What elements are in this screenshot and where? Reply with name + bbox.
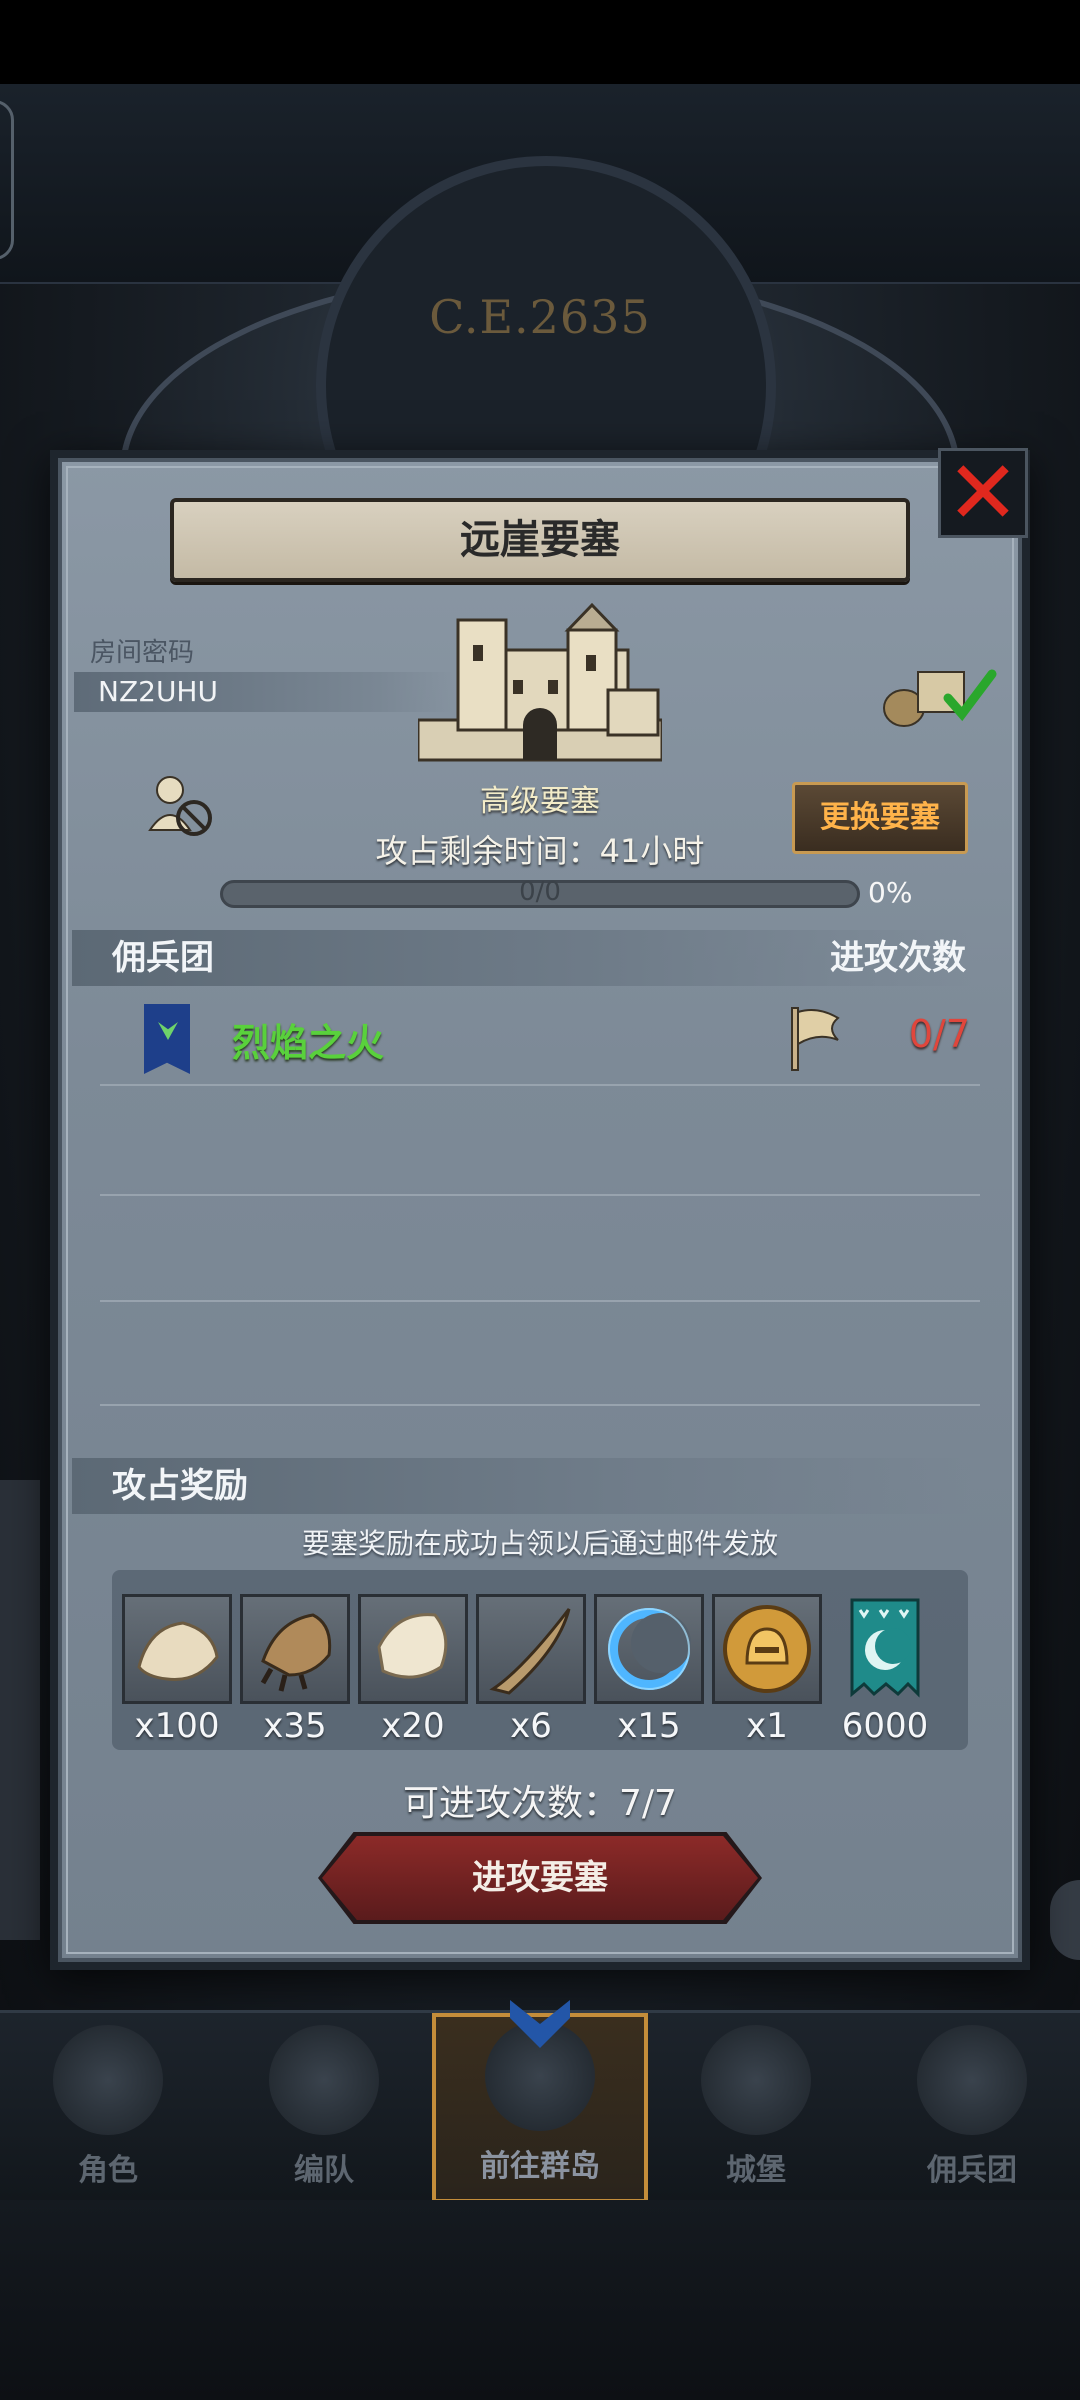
nav-mercenary[interactable]: 佣兵团 — [864, 2013, 1080, 2203]
empty-row-divider — [100, 1194, 980, 1196]
remaining-attacks: 可进攻次数：7/7 — [403, 1783, 677, 1824]
nav-label: 城堡 — [726, 2153, 786, 2188]
status-bar — [0, 0, 1080, 84]
room-code-value[interactable]: NZ2UHU — [74, 672, 454, 712]
rewards-list: x100 x35 x20 x6 x15 x1 6000 — [112, 1570, 968, 1750]
attack-count-header: 进攻次数 — [830, 938, 966, 978]
progress-percent: 0% — [868, 876, 913, 909]
fur-pelt-icon — [137, 1621, 219, 1682]
nav-label: 编队 — [294, 2153, 354, 2188]
title-plate: 远崖要塞 — [170, 498, 910, 582]
horn-icon — [489, 1608, 571, 1695]
nav-label: 佣兵团 — [927, 2153, 1017, 2188]
game-screen: { "header": {"era": "C.E.2635"}, "modal"… — [0, 0, 1080, 2400]
reward-qty: x100 — [134, 1706, 220, 1746]
reward-qty: 6000 — [841, 1706, 929, 1746]
rewards-received-icon[interactable] — [878, 660, 998, 730]
reward-item-golden-helmet[interactable] — [712, 1594, 822, 1704]
reward-qty: x15 — [617, 1706, 681, 1746]
nav-castle[interactable]: 城堡 — [648, 2013, 864, 2203]
reward-qty: x1 — [746, 1706, 788, 1746]
reward-item-beast-claw[interactable] — [240, 1594, 350, 1704]
rewards-section-header: 攻占奖励 — [72, 1458, 972, 1514]
empty-row-divider — [100, 1300, 980, 1302]
guild-banner-icon — [144, 1004, 190, 1074]
knight-icon — [53, 2025, 163, 2135]
nav-label: 前往群岛 — [480, 2149, 600, 2184]
reward-qty: x20 — [381, 1706, 445, 1746]
era-label: C.E.2635 — [429, 290, 651, 344]
guild-row[interactable]: 烈焰之火 0/7 — [100, 990, 980, 1086]
dialog-title: 远崖要塞 — [460, 517, 620, 563]
castle-nav-icon — [701, 2025, 811, 2135]
mercenary-section-header: 佣兵团 进攻次数 — [72, 930, 972, 986]
reward-item-white-hide[interactable] — [358, 1594, 468, 1704]
rewards-notice: 要塞奖励在成功占领以后通过邮件发放 — [301, 1527, 778, 1560]
room-code-label: 房间密码 — [90, 638, 195, 668]
close-icon: ✕ — [946, 441, 1020, 544]
reward-item-fur-pelt[interactable] — [122, 1594, 232, 1704]
nav-formation[interactable]: 编队 — [216, 2013, 432, 2203]
reward-qty: x6 — [510, 1706, 552, 1746]
guild-attack-count: 0/7 — [908, 1012, 970, 1056]
attack-button-label: 进攻要塞 — [472, 1858, 608, 1898]
nav-label: 角色 — [78, 2153, 138, 2188]
close-button[interactable]: ✕ — [938, 448, 1028, 538]
empty-row-divider — [100, 1404, 980, 1406]
flag-icon — [791, 1007, 840, 1071]
banner-nav-icon — [917, 2025, 1027, 2135]
nav-character[interactable]: 角色 — [0, 2013, 216, 2203]
bottom-area — [0, 2200, 1080, 2400]
reward-item-blue-gem[interactable] — [594, 1594, 704, 1704]
reward-item-guild-currency[interactable] — [830, 1594, 940, 1704]
beast-claw-icon — [260, 1613, 332, 1692]
helmet-icon — [269, 2025, 379, 2135]
guild-name: 烈焰之火 — [232, 1021, 385, 1065]
rewards-header: 攻占奖励 — [112, 1466, 248, 1506]
blue-crescent-gem-icon — [608, 1608, 691, 1690]
attack-fortress-button[interactable]: 进攻要塞 — [322, 1836, 758, 1920]
mercenary-header: 佣兵团 — [112, 938, 214, 978]
white-hide-icon — [377, 1613, 448, 1679]
right-side-handle[interactable] — [1050, 1880, 1080, 1960]
reward-item-horn[interactable] — [476, 1594, 586, 1704]
progress-count: 0/0 — [519, 877, 561, 907]
reward-qty: x35 — [263, 1706, 327, 1746]
castle-icon — [418, 602, 662, 762]
side-tab[interactable] — [0, 100, 14, 260]
golden-helmet-coin-icon — [723, 1605, 811, 1693]
guild-banner-currency-icon — [850, 1598, 920, 1698]
capture-time-remaining: 攻占剩余时间：41小时 — [375, 832, 705, 870]
capture-progress-bar: 0/0 — [220, 877, 860, 908]
